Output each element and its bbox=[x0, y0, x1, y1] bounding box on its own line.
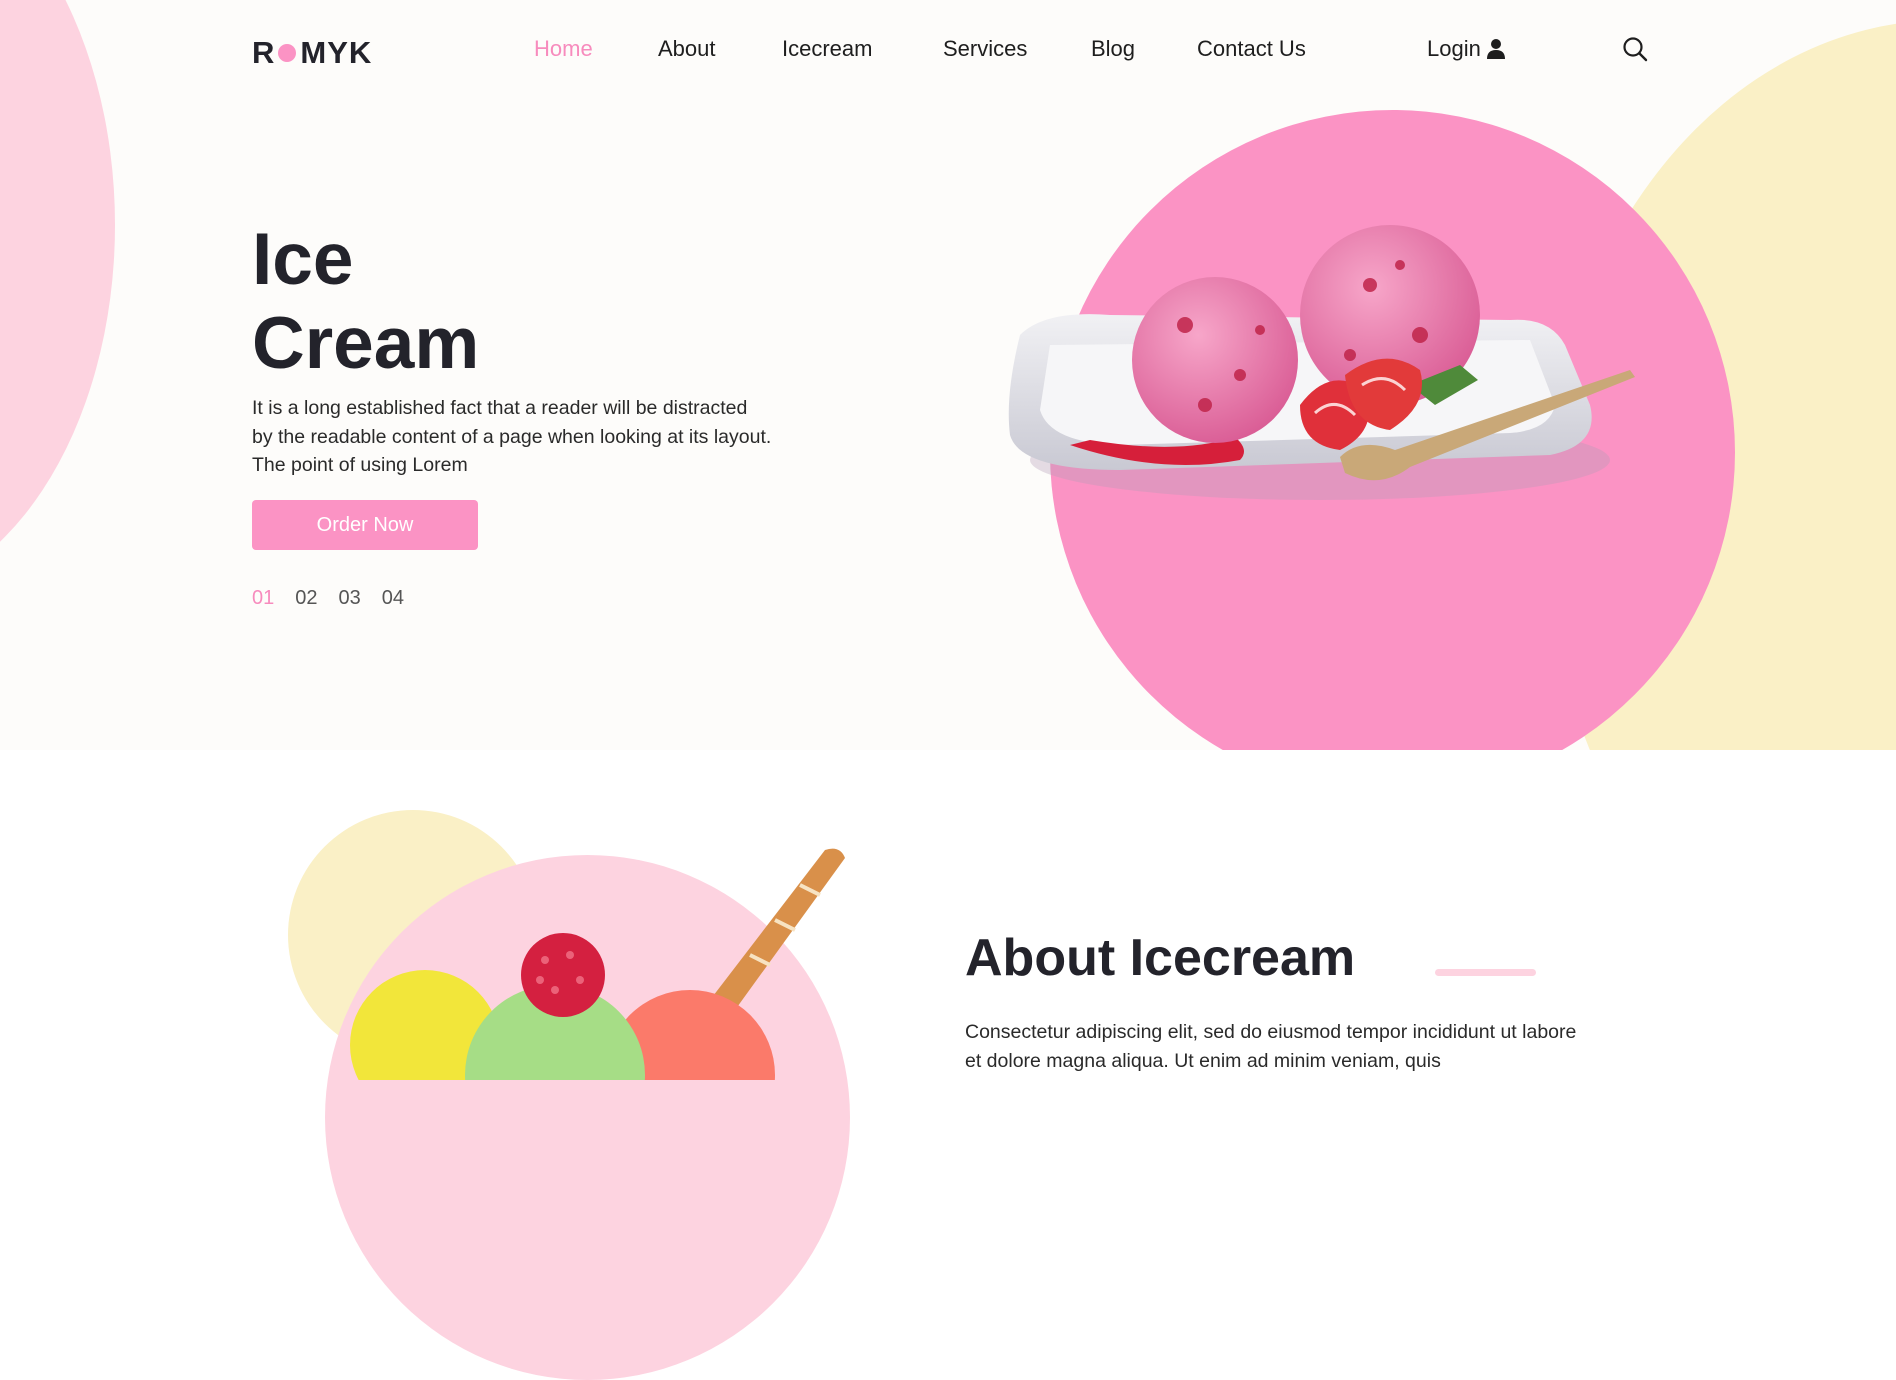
pager-item-01[interactable]: 01 bbox=[252, 587, 274, 610]
login-label: Login bbox=[1427, 36, 1481, 61]
search-icon[interactable] bbox=[1622, 36, 1648, 62]
logo-dot-icon bbox=[278, 44, 297, 62]
nav-item-blog[interactable]: Blog bbox=[1091, 36, 1135, 62]
nav-item-about[interactable]: About bbox=[658, 36, 716, 62]
top-navigation: R MYK Home About Icecream Services Blog … bbox=[0, 0, 1896, 100]
nav-item-home[interactable]: Home bbox=[534, 36, 593, 62]
about-title: About Icecream bbox=[965, 929, 1356, 987]
pager-item-02[interactable]: 02 bbox=[295, 587, 317, 610]
hero-description: It is a long established fact that a rea… bbox=[252, 397, 772, 476]
nav-item-contact-us[interactable]: Contact Us bbox=[1197, 36, 1306, 62]
hero-icecream-image bbox=[1008, 225, 1635, 500]
logo-text-right: MYK bbox=[300, 35, 373, 70]
user-icon bbox=[1486, 39, 1505, 59]
slide-pager: 01 02 03 04 bbox=[252, 587, 404, 610]
logo-text-left: R bbox=[252, 35, 276, 70]
login-link[interactable]: Login bbox=[1427, 36, 1505, 62]
hero-title: Ice Cream bbox=[252, 218, 652, 386]
about-icecream-image bbox=[350, 848, 845, 1080]
order-now-button[interactable]: Order Now bbox=[252, 500, 478, 550]
nav-item-services[interactable]: Services bbox=[943, 36, 1027, 62]
hero-title-line-1: Ice bbox=[252, 219, 354, 300]
pager-item-03[interactable]: 03 bbox=[339, 587, 361, 610]
about-text: Consectetur adipiscing elit, sed do eius… bbox=[965, 1021, 1577, 1072]
hero-title-line-2: Cream bbox=[252, 303, 480, 384]
nav-item-icecream[interactable]: Icecream bbox=[782, 36, 872, 62]
pager-item-04[interactable]: 04 bbox=[382, 587, 404, 610]
brand-logo[interactable]: R MYK bbox=[252, 35, 372, 71]
about-title-underline bbox=[1435, 969, 1536, 976]
